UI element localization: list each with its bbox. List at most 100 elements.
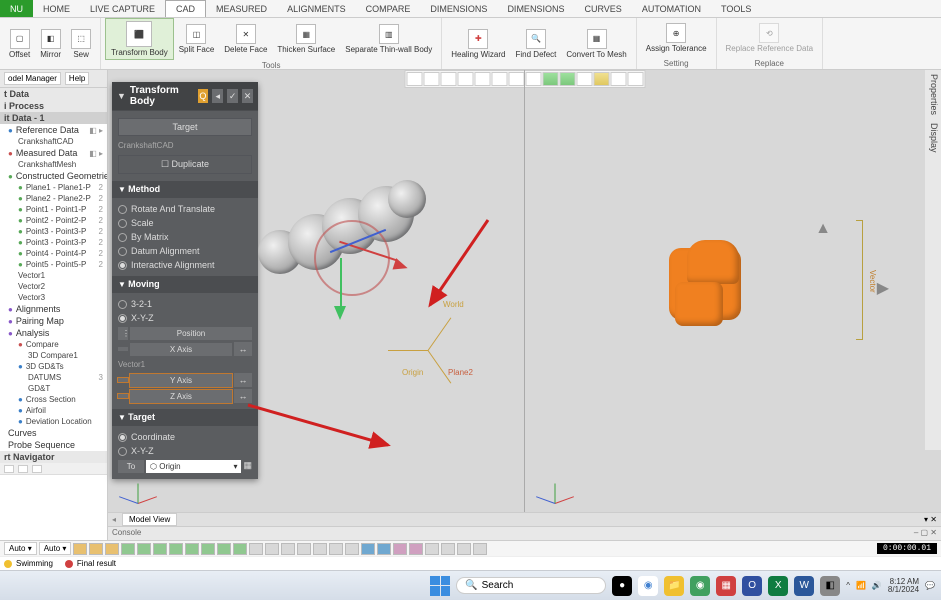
- method-matrix[interactable]: By Matrix: [118, 230, 252, 244]
- ts-24[interactable]: [441, 543, 455, 555]
- ts-23[interactable]: [425, 543, 439, 555]
- constructed-geom-node[interactable]: Constructed Geometries: [0, 170, 107, 182]
- tab-more-icon[interactable]: ▾ ✕: [920, 515, 941, 524]
- method-rotate[interactable]: Rotate And Translate: [118, 202, 252, 216]
- ts-9[interactable]: [201, 543, 215, 555]
- ts-3[interactable]: [105, 543, 119, 555]
- plane1[interactable]: Plane1 - Plane1-P2: [0, 182, 107, 193]
- deviation-location[interactable]: Deviation Location: [0, 416, 107, 427]
- ts-21[interactable]: [393, 543, 407, 555]
- point4[interactable]: Point4 - Point4-P2: [0, 248, 107, 259]
- start-button[interactable]: [430, 576, 450, 596]
- meas-data-item[interactable]: CrankshaftMesh: [0, 159, 107, 170]
- task-app-3[interactable]: ◧: [820, 576, 840, 596]
- tab-cad[interactable]: CAD: [165, 0, 206, 17]
- vector3[interactable]: Vector3: [0, 292, 107, 303]
- tree-btn1[interactable]: [4, 465, 14, 473]
- tab-dimensions[interactable]: DIMENSIONS: [420, 0, 497, 17]
- auto-select-2[interactable]: Auto ▾: [39, 542, 72, 555]
- help-tab[interactable]: Help: [65, 72, 89, 85]
- split-face-button[interactable]: ◫Split Face: [174, 22, 220, 56]
- position-field[interactable]: Position: [130, 327, 252, 340]
- point1[interactable]: Point1 - Point1-P2: [0, 204, 107, 215]
- ts-14[interactable]: [281, 543, 295, 555]
- plane2[interactable]: Plane2 - Plane2-P2: [0, 193, 107, 204]
- thicken-surface-button[interactable]: ▦Thicken Surface: [272, 22, 340, 56]
- 3d-compare1[interactable]: 3D Compare1: [0, 350, 107, 361]
- method-interactive[interactable]: Interactive Alignment: [118, 258, 252, 272]
- ts-6[interactable]: [153, 543, 167, 555]
- tab-automation[interactable]: AUTOMATION: [632, 0, 711, 17]
- offset-button[interactable]: ▢Offset: [4, 27, 35, 61]
- z-swap-icon[interactable]: ↔: [234, 389, 252, 403]
- meas-data-node[interactable]: Measured Data◧ ▸: [0, 147, 107, 159]
- tree-sec-process[interactable]: i Process: [0, 100, 107, 112]
- separate-thinwall-button[interactable]: ▥Separate Thin-wall Body: [340, 22, 437, 56]
- ts-16[interactable]: [313, 543, 327, 555]
- alignments-node[interactable]: Alignments: [0, 303, 107, 315]
- ts-2[interactable]: [89, 543, 103, 555]
- ts-12[interactable]: [249, 543, 263, 555]
- ts-1[interactable]: [73, 543, 87, 555]
- tab-compare[interactable]: COMPARE: [356, 0, 421, 17]
- xaxis-field[interactable]: X Axis: [130, 343, 232, 356]
- task-files-icon[interactable]: 📁: [664, 576, 684, 596]
- origin-pick-icon[interactable]: ▦: [243, 460, 252, 473]
- apply-icon[interactable]: ✓: [227, 89, 238, 103]
- point3[interactable]: Point3 - Point3-P2: [0, 226, 107, 237]
- airfoil[interactable]: Airfoil: [0, 405, 107, 416]
- prev-icon[interactable]: ◂: [212, 89, 223, 103]
- ts-8[interactable]: [185, 543, 199, 555]
- cross-section[interactable]: Cross Section: [0, 394, 107, 405]
- ts-26[interactable]: [473, 543, 487, 555]
- target-xyz[interactable]: X-Y-Z: [118, 444, 252, 458]
- target-button[interactable]: Target: [118, 118, 252, 136]
- tab-measured[interactable]: MEASURED: [206, 0, 277, 17]
- auto-select-1[interactable]: Auto ▾: [4, 542, 37, 555]
- ts-22[interactable]: [409, 543, 423, 555]
- system-tray[interactable]: ^ 📶 🔊 8:12 AM 8/1/2024 💬: [846, 578, 935, 594]
- moving-section[interactable]: Moving: [112, 276, 258, 292]
- tree-btn3[interactable]: [32, 465, 42, 473]
- transform-body-button[interactable]: ⬛Transform Body: [105, 18, 174, 60]
- vector1[interactable]: Vector1: [0, 270, 107, 281]
- tab-home[interactable]: HOME: [33, 0, 80, 17]
- ts-7[interactable]: [169, 543, 183, 555]
- task-edge-icon[interactable]: ◉: [638, 576, 658, 596]
- method-datum[interactable]: Datum Alignment: [118, 244, 252, 258]
- method-scale[interactable]: Scale: [118, 216, 252, 230]
- delete-face-button[interactable]: ✕Delete Face: [219, 22, 272, 56]
- healing-wizard-button[interactable]: ✚Healing Wizard: [446, 27, 510, 61]
- 3d-viewport[interactable]: ▼ Transform Body Q ◂ ✓ ✕ Target Cranksha…: [108, 70, 941, 540]
- tree-sec-data[interactable]: t Data: [0, 88, 107, 100]
- ts-11[interactable]: [233, 543, 247, 555]
- properties-tab[interactable]: Properties: [927, 74, 939, 115]
- viewport-right[interactable]: ▲ ▶ Vector 2.5 in: [525, 70, 941, 540]
- display-tab[interactable]: Display: [927, 123, 939, 153]
- method-section[interactable]: Method: [112, 181, 258, 197]
- task-excel-icon[interactable]: X: [768, 576, 788, 596]
- ts-10[interactable]: [217, 543, 231, 555]
- model-manager-tab[interactable]: odel Manager: [4, 72, 61, 85]
- point2[interactable]: Point2 - Point2-P2: [0, 215, 107, 226]
- ts-15[interactable]: [297, 543, 311, 555]
- console-close-icon[interactable]: – ▢ ✕: [914, 528, 937, 539]
- tab-curves[interactable]: CURVES: [574, 0, 631, 17]
- ts-13[interactable]: [265, 543, 279, 555]
- ts-19[interactable]: [361, 543, 375, 555]
- ts-18[interactable]: [345, 543, 359, 555]
- target-coord[interactable]: Coordinate: [118, 430, 252, 444]
- task-app-1[interactable]: ●: [612, 576, 632, 596]
- moving-xyz[interactable]: X-Y-Z: [118, 311, 252, 325]
- moving-321[interactable]: 3-2-1: [118, 297, 252, 311]
- taskbar-search[interactable]: 🔍 Search: [456, 577, 606, 594]
- navigator-sec[interactable]: rt Navigator: [0, 451, 107, 463]
- yaxis-field[interactable]: Y Axis: [130, 374, 232, 387]
- point3b[interactable]: Point3 - Point3-P2: [0, 237, 107, 248]
- menu-tab[interactable]: NU: [0, 0, 33, 17]
- ts-20[interactable]: [377, 543, 391, 555]
- x-swap-icon[interactable]: ↔: [234, 342, 252, 356]
- convert-to-mesh-button[interactable]: ▦Convert To Mesh: [561, 27, 631, 61]
- datums[interactable]: DATUMS3: [0, 372, 107, 383]
- duplicate-check[interactable]: ☐ Duplicate: [118, 155, 252, 174]
